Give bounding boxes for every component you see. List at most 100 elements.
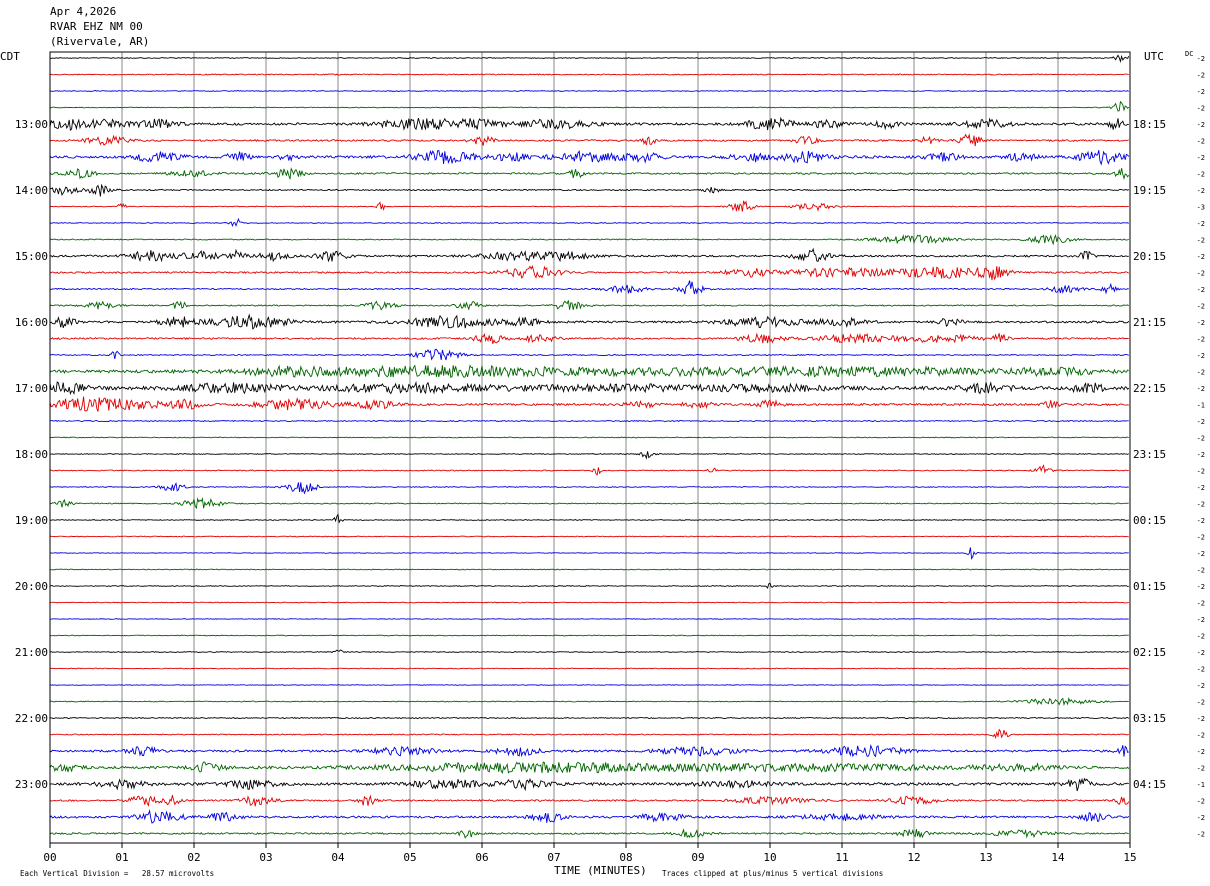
seismic-trace-line [49, 497, 1129, 510]
right-hour-labels: 18:15 19:15 20:15 21:15 22:15 23:15 00:15 01:15… [1133, 118, 1166, 791]
dc-offset-label: -2 [1197, 385, 1205, 393]
x-tick-label: 13 [979, 851, 992, 864]
x-tick-label: 04 [331, 851, 345, 864]
left-hour-label: 16:00 [15, 316, 48, 329]
left-hour-label: 22:00 [15, 712, 48, 725]
dc-offset-label: -2 [1197, 72, 1205, 80]
dc-offset-label: -2 [1197, 352, 1205, 360]
dc-offset-label: -2 [1197, 616, 1205, 624]
dc-offset-label: -2 [1197, 732, 1205, 740]
date-label: Apr 4,2026 [50, 5, 116, 18]
seismic-trace-line [49, 73, 1129, 76]
x-tick-label: 11 [835, 851, 848, 864]
x-tick-label: 08 [619, 851, 632, 864]
dc-offset-label: -2 [1197, 715, 1205, 723]
dc-offset-label: -2 [1197, 484, 1205, 492]
seismic-trace-line [49, 100, 1130, 112]
clip-note: Traces clipped at plus/minus 5 vertical … [662, 869, 883, 878]
dc-offset-label: -2 [1197, 154, 1205, 162]
dc-offset-label: -2 [1197, 649, 1205, 657]
seismic-trace-line [49, 234, 1130, 246]
minute-gridlines [121, 52, 1059, 843]
seismic-trace-line [49, 828, 1129, 839]
left-hour-label: 17:00 [15, 382, 48, 395]
dc-offset-label: -2 [1197, 501, 1205, 509]
dc-offset-label: -2 [1197, 237, 1205, 245]
dc-offset-label: -2 [1197, 600, 1205, 608]
right-hour-label: 21:15 [1133, 316, 1166, 329]
dc-offset-label: -1 [1197, 402, 1205, 410]
left-hour-label: 14:00 [15, 184, 48, 197]
dc-offset-labels: -2 -2 -2 -2 -2 -2 -2 -2 -2 -3 -2 -2 -2 -2 -2 -2 -2 -2 -2 -2… [1197, 55, 1205, 839]
right-hour-label: 01:15 [1133, 580, 1166, 593]
seismic-trace-line [49, 601, 1129, 604]
seismic-trace-line [49, 728, 1130, 740]
dc-offset-label: -2 [1197, 699, 1205, 707]
seismic-trace-line [49, 481, 1129, 495]
seismic-trace-line [49, 761, 1130, 774]
right-hour-label: 20:15 [1133, 250, 1166, 263]
dc-offset-label: -2 [1197, 171, 1205, 179]
seismic-trace-line [49, 332, 1129, 345]
dc-offset-label: -2 [1197, 105, 1205, 113]
left-timezone-label: CDT [0, 50, 20, 63]
seismic-trace-line [49, 183, 1130, 197]
seismic-trace-line [49, 167, 1130, 181]
left-hour-label: 20:00 [15, 580, 48, 593]
seismic-trace-line [49, 634, 1129, 637]
seismic-trace-line [49, 794, 1130, 807]
helicorder-chart: Apr 4,2026 RVAR EHZ NM 00 (Rivervale, AR… [0, 5, 1205, 878]
dc-offset-label: -2 [1197, 451, 1205, 459]
dc-offset-label: -2 [1197, 138, 1205, 146]
seismic-trace-line [49, 513, 1129, 524]
left-hour-label: 23:00 [15, 778, 48, 791]
dc-offset-label: -2 [1197, 270, 1205, 278]
scale-note: Each Vertical Division = 28.57 microvolt… [20, 869, 214, 878]
x-axis-ticks: 00 01 02 03 04 05 06 07 08 09 10 11 12 13 14 15 [43, 843, 1137, 864]
x-tick-label: 07 [547, 851, 560, 864]
seismic-trace-line [50, 568, 1129, 571]
dc-offset-label: -2 [1197, 666, 1205, 674]
seismic-trace-line [49, 464, 1129, 476]
dc-offset-label: -2 [1197, 583, 1205, 591]
dc-offset-label: -2 [1197, 121, 1205, 129]
dc-offset-label: -2 [1197, 435, 1205, 443]
station-label: RVAR EHZ NM 00 [50, 20, 143, 33]
seismic-traces [49, 54, 1130, 839]
plot-frame [49, 51, 1131, 844]
location-label: (Rivervale, AR) [50, 35, 149, 48]
right-hour-label: 03:15 [1133, 712, 1166, 725]
seismic-trace-line [49, 696, 1129, 707]
left-hour-label: 13:00 [15, 118, 48, 131]
dc-offset-label: -3 [1197, 204, 1205, 212]
seismic-trace-line [49, 582, 1129, 589]
x-axis-title: TIME (MINUTES) [554, 864, 647, 877]
dc-offset-label: -2 [1197, 55, 1205, 63]
left-hour-label: 15:00 [15, 250, 48, 263]
seismic-trace-line [49, 451, 1130, 460]
seismic-trace-line [49, 149, 1130, 166]
seismic-trace-line [49, 313, 1130, 330]
dc-offset-label: -2 [1197, 253, 1205, 261]
right-hour-label: 18:15 [1133, 118, 1166, 131]
seismic-trace-line [49, 54, 1130, 64]
right-hour-label: 23:15 [1133, 448, 1166, 461]
right-timezone-label: UTC [1144, 50, 1164, 63]
x-tick-label: 02 [187, 851, 200, 864]
dc-offset-label: -2 [1197, 286, 1205, 294]
dc-offset-label: -2 [1197, 336, 1205, 344]
dc-offset-label: -2 [1197, 88, 1205, 96]
x-tick-label: 01 [115, 851, 128, 864]
dc-offset-label: -2 [1197, 633, 1205, 641]
seismic-trace-line [49, 809, 1130, 824]
left-hour-label: 21:00 [15, 646, 48, 659]
dc-offset-label: -2 [1197, 369, 1205, 377]
left-hour-labels: 13:00 14:00 15:00 16:00 17:00 18:00 19:00 20:00… [15, 118, 48, 791]
seismic-trace-line [49, 348, 1129, 361]
right-hour-label: 22:15 [1133, 382, 1166, 395]
seismic-trace-line [49, 777, 1129, 792]
x-tick-label: 15 [1123, 851, 1136, 864]
x-tick-label: 12 [907, 851, 920, 864]
seismic-trace-line [49, 133, 1129, 147]
seismic-trace-line [49, 217, 1129, 228]
